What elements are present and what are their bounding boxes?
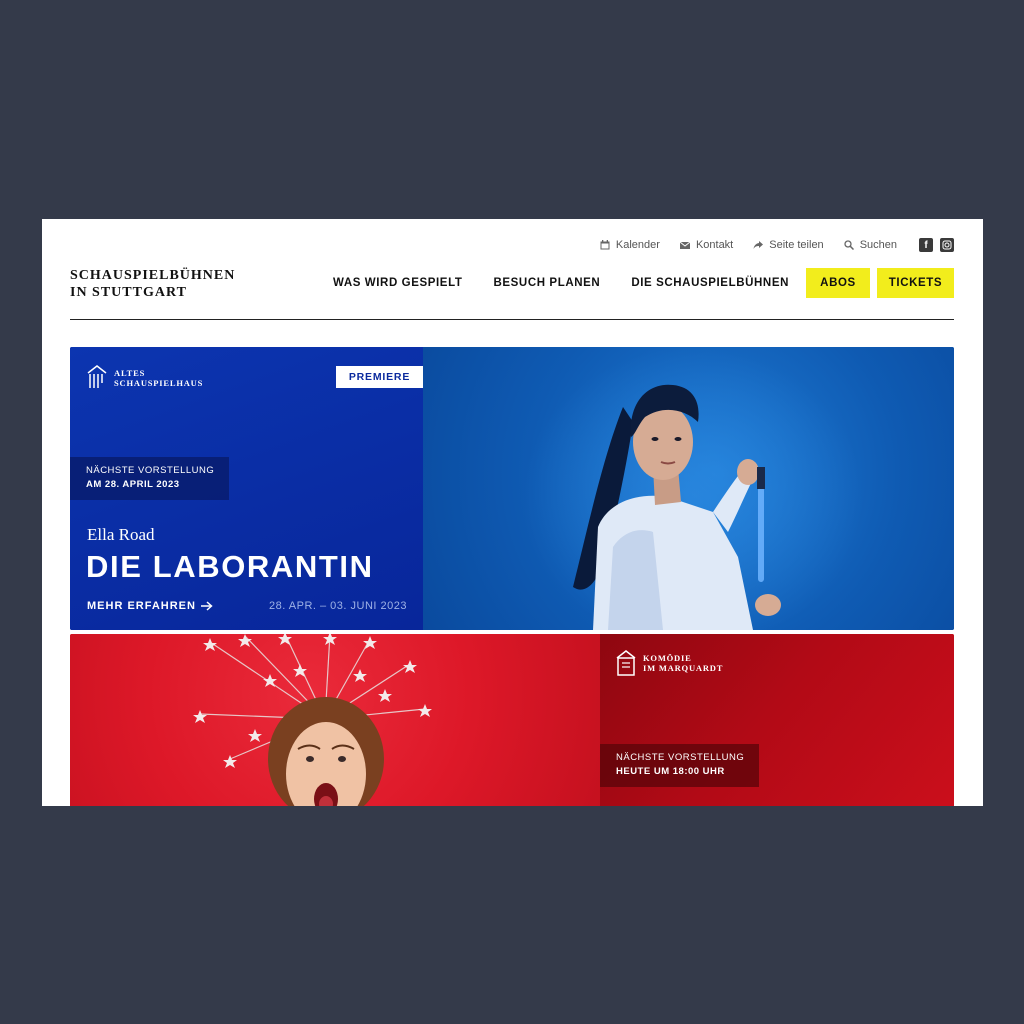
card-info-panel: ALTES SCHAUSPIELHAUS PREMIERE NÄCHSTE VO… bbox=[70, 347, 423, 630]
calendar-icon bbox=[600, 240, 610, 250]
envelope-icon bbox=[679, 241, 690, 249]
share-label: Seite teilen bbox=[769, 239, 824, 251]
calendar-label: Kalender bbox=[615, 239, 660, 251]
contact-label: Kontakt bbox=[695, 239, 734, 251]
site-logo[interactable]: SCHAUSPIELBÜHNEN IN STUTTGART bbox=[70, 267, 235, 301]
next-performance-date: HEUTE UM 18:00 UHR bbox=[616, 766, 725, 777]
venue-label: KOMÖDIE IM MARQUARDT bbox=[616, 650, 723, 676]
logo-line-1: SCHAUSPIELBÜHNEN bbox=[70, 268, 236, 283]
theater-building-icon bbox=[616, 650, 636, 676]
nav-item-program[interactable]: WAS WIRD GESPIELT bbox=[333, 277, 462, 289]
tickets-button[interactable]: TICKETS bbox=[877, 268, 954, 298]
performance-photo bbox=[70, 634, 600, 806]
calendar-link[interactable]: Kalender bbox=[600, 239, 660, 251]
performer-figure bbox=[193, 634, 432, 806]
abos-button[interactable]: ABOS bbox=[806, 268, 870, 298]
performance-photo bbox=[423, 347, 954, 630]
play-author: Ella Road bbox=[87, 525, 155, 544]
card-info-panel: KOMÖDIE IM MARQUARDT NÄCHSTE VORSTELLUNG… bbox=[600, 634, 954, 806]
search-icon bbox=[844, 240, 854, 250]
contact-link[interactable]: Kontakt bbox=[679, 239, 734, 251]
venue-name-line-2: SCHAUSPIELHAUS bbox=[114, 378, 204, 388]
instagram-icon[interactable] bbox=[940, 238, 954, 252]
next-performance-box: NÄCHSTE VORSTELLUNG HEUTE UM 18:00 UHR bbox=[600, 744, 760, 787]
venue-name-line-1: ALTES bbox=[114, 368, 146, 378]
search-link[interactable]: Suchen bbox=[844, 239, 897, 251]
featured-card-laborantin[interactable]: ALTES SCHAUSPIELHAUS PREMIERE NÄCHSTE VO… bbox=[70, 347, 954, 630]
venue-name-line-1: KOMÖDIE bbox=[643, 653, 692, 663]
next-performance-date: AM 28. APRIL 2023 bbox=[86, 479, 180, 490]
share-link[interactable]: Seite teilen bbox=[753, 239, 824, 251]
venue-name-line-2: IM MARQUARDT bbox=[643, 663, 724, 673]
browser-viewport: Kalender Kontakt Seite teilen Suchen f S… bbox=[42, 219, 983, 806]
facebook-icon[interactable]: f bbox=[919, 238, 933, 252]
nav-item-theaters[interactable]: DIE SCHAUSPIELBÜHNEN bbox=[631, 277, 789, 289]
header-divider bbox=[70, 319, 954, 320]
run-date-range: 28. APR. – 03. JUNI 2023 bbox=[269, 600, 407, 612]
featured-card-komoedie[interactable]: KOMÖDIE IM MARQUARDT NÄCHSTE VORSTELLUNG… bbox=[70, 634, 954, 806]
arrow-right-icon bbox=[200, 601, 213, 611]
theater-building-icon bbox=[87, 365, 107, 388]
actress-figure bbox=[523, 347, 863, 630]
main-nav: WAS WIRD GESPIELT BESUCH PLANEN DIE SCHA… bbox=[333, 268, 954, 298]
nav-item-visit[interactable]: BESUCH PLANEN bbox=[493, 277, 600, 289]
social-links: f bbox=[919, 238, 954, 252]
search-label: Suchen bbox=[859, 239, 897, 251]
premiere-badge: PREMIERE bbox=[336, 366, 423, 388]
share-icon bbox=[753, 241, 764, 249]
utility-nav: Kalender Kontakt Seite teilen Suchen f bbox=[600, 238, 954, 252]
logo-line-2: IN STUTTGART bbox=[70, 285, 187, 300]
more-info-link[interactable]: MEHR ERFAHREN bbox=[87, 600, 213, 612]
next-performance-label: NÄCHSTE VORSTELLUNG bbox=[86, 465, 215, 476]
venue-label: ALTES SCHAUSPIELHAUS bbox=[87, 365, 203, 389]
next-performance-box: NÄCHSTE VORSTELLUNG AM 28. APRIL 2023 bbox=[70, 457, 230, 500]
more-info-label: MEHR ERFAHREN bbox=[87, 600, 196, 612]
next-performance-label: NÄCHSTE VORSTELLUNG bbox=[616, 752, 745, 763]
play-title[interactable]: DIE LABORANTIN bbox=[86, 549, 374, 585]
